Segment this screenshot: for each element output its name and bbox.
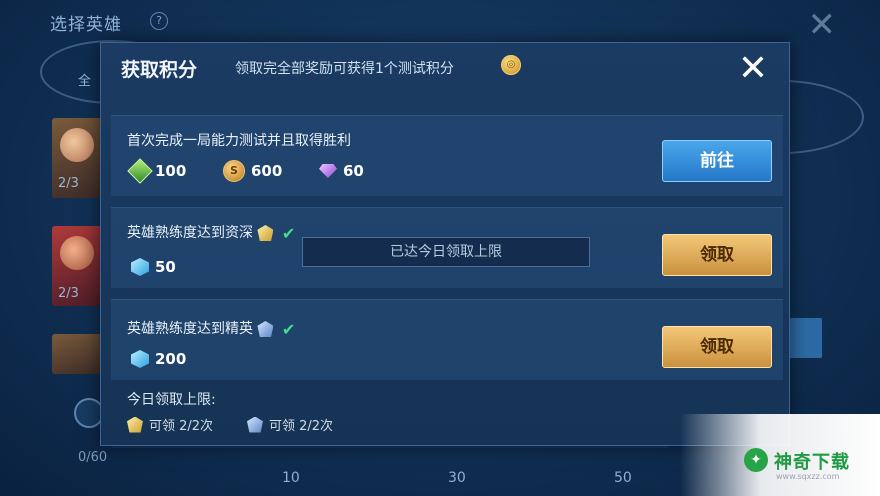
blue-crystal-icon [131, 258, 149, 276]
watermark: ✦ 神奇下载 www.sqxzz.com [680, 414, 880, 496]
blue-crystal-icon [131, 350, 149, 368]
hero-portrait [60, 236, 94, 270]
task-title-text: 英雄熟练度达到资深 [127, 225, 253, 241]
dialog-close-icon[interactable]: ✕ [733, 49, 773, 89]
dialog-title: 获取积分 [121, 59, 198, 81]
limit-text: 可领 2/2次 [269, 419, 334, 434]
green-gem-icon [127, 158, 153, 184]
reward-value: 100 [155, 162, 187, 180]
task-row: 英雄熟练度达到精英 ✔ 200 领取 [111, 299, 783, 380]
background-score: 0/60 [78, 450, 108, 465]
check-icon: ✔ [281, 319, 296, 339]
test-points-coin-icon: ◎ [501, 55, 521, 75]
reward-value: 60 [343, 162, 364, 180]
progress-tick: 30 [448, 470, 466, 486]
reward-value: 50 [155, 258, 176, 276]
hero-card[interactable] [52, 334, 102, 374]
progress-tick: 10 [282, 470, 300, 486]
task-row: 首次完成一局能力测试并且取得胜利 100 S 600 60 前往 [111, 115, 783, 196]
reward-item: S 600 [223, 160, 282, 182]
reward-value: 200 [155, 350, 187, 368]
watermark-logo-icon: ✦ [744, 448, 768, 472]
daily-limit-tooltip: 已达今日领取上限 [302, 237, 590, 267]
reward-item: 200 [131, 350, 186, 368]
claim-button[interactable]: 领取 [662, 326, 772, 368]
purple-diamond-icon [319, 164, 337, 178]
check-icon: ✔ [281, 223, 296, 243]
senior-badge-icon [257, 225, 274, 241]
go-button[interactable]: 前往 [662, 140, 772, 182]
get-points-dialog: 获取积分 领取完全部奖励可获得1个测试积分 ◎ ✕ 首次完成一局能力测试并且取得… [100, 42, 790, 446]
reward-item: 50 [131, 258, 176, 276]
dialog-subtitle: 领取完全部奖励可获得1个测试积分 [235, 61, 454, 77]
background-button[interactable] [786, 318, 822, 358]
limit-text: 可领 2/2次 [149, 419, 214, 434]
daily-limit-title: 今日领取上限: [127, 392, 216, 408]
elite-badge-icon [247, 416, 263, 433]
gold-coin-icon: S [223, 160, 245, 182]
task-title: 首次完成一局能力测试并且取得胜利 [127, 133, 351, 149]
select-hero-title: 选择英雄 [50, 15, 122, 35]
senior-badge-icon [127, 416, 143, 433]
claim-button[interactable]: 领取 [662, 234, 772, 276]
limit-item: 可领 2/2次 [127, 415, 213, 434]
task-title: 英雄熟练度达到精英 ✔ [127, 318, 295, 339]
background-close-icon[interactable]: ✕ [808, 8, 837, 42]
reward-item: 100 [127, 158, 187, 184]
watermark-url: www.sqxzz.com [776, 472, 840, 481]
hero-count: 2/3 [58, 176, 79, 191]
background-tab[interactable]: 全 [78, 70, 91, 89]
task-title-text: 英雄熟练度达到精英 [127, 321, 253, 337]
hero-count: 2/3 [58, 286, 79, 301]
elite-badge-icon [257, 321, 274, 337]
reward-value: 600 [251, 162, 283, 180]
limit-item: 可领 2/2次 [247, 415, 333, 434]
task-title: 英雄熟练度达到资深 ✔ [127, 222, 295, 243]
watermark-text: 神奇下载 [774, 452, 850, 473]
hero-portrait [60, 128, 94, 162]
help-icon[interactable]: ? [150, 12, 168, 30]
reward-item: 60 [319, 162, 364, 180]
progress-tick: 50 [614, 470, 632, 486]
